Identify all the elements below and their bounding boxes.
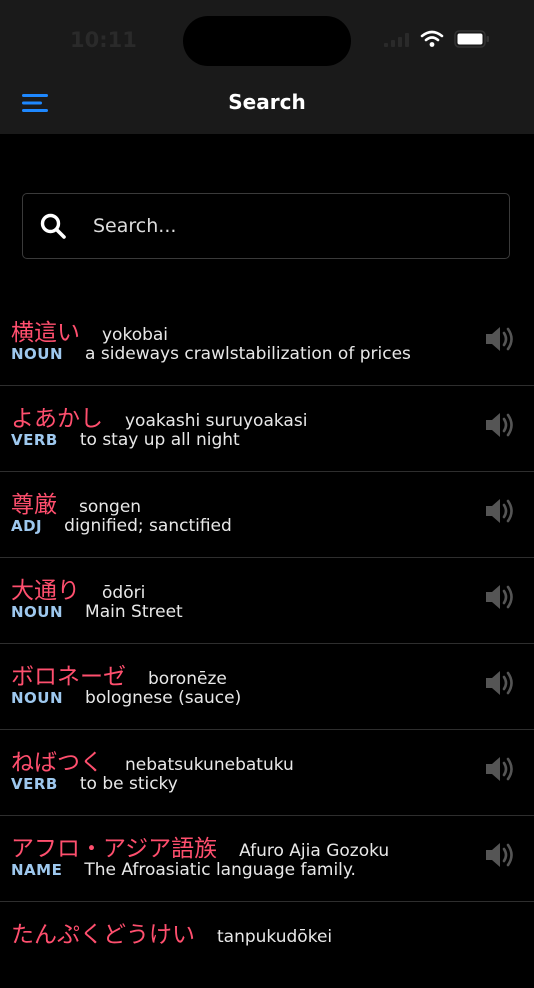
entry-reading: boronēze <box>148 669 227 689</box>
entry-word: 大通り <box>11 578 80 604</box>
entry-meaning: Main Street <box>85 602 183 622</box>
list-item[interactable]: よあかし yoakashi suruyoakasi VERB to stay u… <box>0 386 534 472</box>
entry-reading: Afuro Ajia Gozoku <box>239 841 390 861</box>
entry-reading: yoakashi suruyoakasi <box>125 411 308 431</box>
list-item[interactable]: たんぷくどうけい tanpukudōkei <box>0 902 534 988</box>
entry-meaning: dignified; sanctified <box>64 516 232 536</box>
speaker-icon[interactable] <box>484 408 518 442</box>
entry-word: ねばつく <box>11 750 103 776</box>
navigation-bar: Search <box>0 70 534 134</box>
speaker-icon[interactable] <box>484 580 518 614</box>
speaker-icon[interactable] <box>484 494 518 528</box>
status-bar: 10:11 <box>0 0 534 80</box>
list-item[interactable]: 大通り ōdōri NOUN Main Street <box>0 558 534 644</box>
cellular-signal-icon <box>384 32 410 51</box>
speaker-icon[interactable] <box>484 752 518 786</box>
entry-part-of-speech: NOUN <box>11 689 64 707</box>
list-item[interactable]: 尊厳 songen ADJ dignified; sanctified <box>0 472 534 558</box>
entry-reading: ōdōri <box>102 583 146 603</box>
entry-meaning: to stay up all night <box>79 430 240 450</box>
entry-word: 横這い <box>11 320 80 346</box>
list-item[interactable]: アフロ・アジア語族 Afuro Ajia Gozoku NAME The Afr… <box>0 816 534 902</box>
status-icons <box>384 30 490 52</box>
entry-meaning: to be sticky <box>79 774 178 794</box>
list-item[interactable]: ねばつく nebatsukunebatuku VERB to be sticky <box>0 730 534 816</box>
status-time: 10:11 <box>70 28 137 52</box>
entry-reading: tanpukudōkei <box>217 927 333 947</box>
entry-part-of-speech: ADJ <box>11 517 43 535</box>
battery-icon <box>454 30 490 52</box>
entry-word: よあかし <box>11 406 103 432</box>
entry-part-of-speech: VERB <box>11 431 58 449</box>
search-input[interactable] <box>91 214 475 238</box>
list-item[interactable]: ボロネーゼ boronēze NOUN bolognese (sauce) <box>0 644 534 730</box>
speaker-icon[interactable] <box>484 666 518 700</box>
entry-reading: yokobai <box>102 325 169 345</box>
speaker-icon[interactable] <box>484 322 518 356</box>
search-box[interactable] <box>22 193 510 259</box>
dynamic-island <box>183 16 351 66</box>
entry-word: アフロ・アジア語族 <box>11 836 218 862</box>
wifi-icon <box>420 30 444 52</box>
entry-part-of-speech: VERB <box>11 775 58 793</box>
entry-meaning: a sideways crawlstabilization of prices <box>85 344 411 364</box>
page-title: Search <box>228 90 306 114</box>
entry-part-of-speech: NOUN <box>11 603 64 621</box>
entry-reading: nebatsukunebatuku <box>125 755 294 775</box>
entry-word: たんぷくどうけい <box>11 922 195 948</box>
speaker-icon[interactable] <box>484 838 518 872</box>
entry-part-of-speech: NOUN <box>11 345 64 363</box>
entry-word: 尊厳 <box>11 492 57 518</box>
results-list: 横這い yokobai NOUN a sideways crawlstabili… <box>0 300 534 988</box>
entry-word: ボロネーゼ <box>11 664 126 690</box>
entry-reading: songen <box>79 497 142 517</box>
search-icon <box>39 212 67 240</box>
entry-part-of-speech: NAME <box>11 861 63 879</box>
entry-meaning: The Afroasiatic language family. <box>84 860 356 880</box>
list-item[interactable]: 横這い yokobai NOUN a sideways crawlstabili… <box>0 300 534 386</box>
entry-meaning: bolognese (sauce) <box>85 688 242 708</box>
